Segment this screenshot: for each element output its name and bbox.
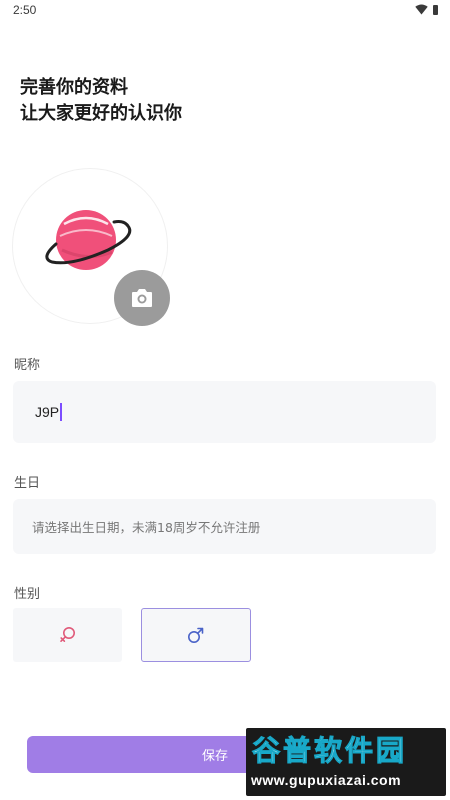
status-time: 2:50 [13, 3, 37, 17]
birthday-picker[interactable]: 请选择出生日期，未满18周岁不允许注册 [13, 499, 436, 554]
nickname-label: 昵称 [14, 358, 41, 373]
camera-button[interactable] [114, 270, 170, 326]
page-title: 完善你的资料 让大家更好的认识你 [20, 75, 182, 127]
avatar-area [12, 168, 170, 326]
birthday-placeholder: 请选择出生日期，未满18周岁不允许注册 [32, 520, 261, 535]
save-button-label: 保存 [201, 749, 228, 764]
camera-icon [132, 289, 152, 307]
watermark-url: www.gupuxiazai.com [251, 772, 402, 788]
male-icon [188, 627, 204, 643]
status-bar: 2:50 [0, 0, 450, 22]
status-icons [415, 4, 438, 15]
female-icon [59, 627, 75, 642]
watermark: 谷普软件园 www.gupuxiazai.com [246, 728, 446, 796]
title-line-2: 让大家更好的认识你 [20, 103, 182, 124]
gender-label: 性别 [14, 587, 41, 602]
battery-icon [433, 4, 438, 15]
planet-icon [45, 210, 132, 270]
nickname-value: J9P [35, 404, 60, 420]
nickname-input[interactable]: J9P [13, 381, 436, 443]
birthday-label: 生日 [14, 476, 41, 491]
text-cursor [60, 403, 62, 421]
gender-female-option[interactable] [13, 608, 122, 662]
gender-male-option[interactable] [141, 608, 251, 662]
title-line-1: 完善你的资料 [20, 77, 128, 98]
watermark-title: 谷普软件园 [251, 734, 408, 768]
wifi-icon [415, 4, 428, 15]
